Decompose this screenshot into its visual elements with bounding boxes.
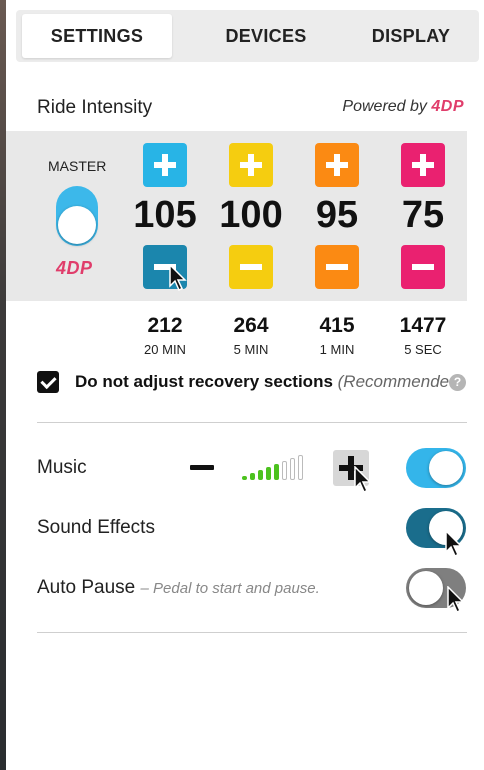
duration-label-1min: 1 MIN	[319, 342, 355, 357]
tab-display[interactable]: DISPLAY	[341, 10, 481, 62]
mouse-cursor-icon	[447, 586, 465, 614]
divider	[37, 422, 467, 423]
increase-button-20min[interactable]	[143, 143, 187, 187]
intensity-value-5min: 100	[219, 194, 283, 236]
powered-by: Powered by 4DP	[342, 98, 464, 116]
decrease-button-5sec[interactable]	[401, 245, 445, 289]
tab-settings[interactable]: SETTINGS	[22, 14, 172, 58]
best-value-1min: 415	[319, 314, 355, 337]
mouse-cursor-icon	[445, 530, 463, 558]
duration-label-5min: 5 MIN	[233, 342, 269, 357]
music-label: Music	[37, 457, 87, 478]
brand-logo: 4DP	[431, 98, 464, 115]
volume-bar	[258, 470, 263, 480]
intensity-value-20min: 105	[133, 194, 197, 236]
intensity-value-1min: 95	[315, 194, 359, 236]
master-toggle-knob	[58, 206, 96, 244]
auto-pause-row: Auto Pause – Pedal to start and pause.	[37, 577, 320, 599]
mouse-cursor-icon	[354, 466, 372, 494]
sound-effects-label: Sound Effects	[37, 517, 155, 538]
volume-bar	[282, 461, 287, 480]
decrease-button-5min[interactable]	[229, 245, 273, 289]
duration-label-5sec: 5 SEC	[404, 342, 442, 357]
master-brand-logo: 4DP	[56, 258, 93, 278]
increase-button-5sec[interactable]	[401, 143, 445, 187]
increase-button-1min[interactable]	[315, 143, 359, 187]
duration-label-20min: 20 MIN	[144, 342, 186, 357]
volume-bar	[250, 473, 255, 480]
powered-by-text: Powered by	[342, 98, 427, 115]
recovery-label-text: Do not adjust recovery sections	[75, 372, 333, 391]
volume-bar	[274, 464, 279, 480]
decrease-button-1min[interactable]	[315, 245, 359, 289]
auto-pause-description: – Pedal to start and pause.	[140, 580, 320, 597]
toggle-knob	[409, 571, 443, 605]
ride-intensity-label: Ride Intensity	[37, 97, 153, 118]
music-toggle[interactable]	[406, 448, 466, 488]
intensity-value-5sec: 75	[401, 194, 445, 236]
best-value-20min: 212	[147, 314, 183, 337]
auto-pause-label: Auto Pause	[37, 577, 136, 598]
volume-bar	[298, 455, 303, 480]
best-value-5sec: 1477	[399, 314, 447, 337]
volume-bar	[242, 476, 247, 480]
recovery-note: (Recommended)	[337, 372, 465, 391]
tab-bar: SETTINGS DEVICES DISPLAY	[16, 10, 479, 62]
best-value-5min: 264	[233, 314, 269, 337]
mouse-cursor-icon	[169, 264, 187, 292]
master-toggle[interactable]	[56, 186, 98, 246]
tab-devices[interactable]: DEVICES	[191, 10, 341, 62]
volume-level-indicator	[242, 454, 312, 480]
increase-button-5min[interactable]	[229, 143, 273, 187]
volume-bar	[266, 467, 271, 480]
recovery-label: Do not adjust recovery sections (Recomme…	[75, 372, 464, 392]
recovery-checkbox[interactable]	[37, 371, 59, 393]
volume-bar	[290, 458, 295, 480]
help-icon[interactable]: ?	[449, 374, 466, 391]
master-label: MASTER	[48, 158, 107, 174]
toggle-knob	[429, 451, 463, 485]
volume-down-button[interactable]	[190, 465, 214, 470]
divider	[37, 632, 467, 633]
